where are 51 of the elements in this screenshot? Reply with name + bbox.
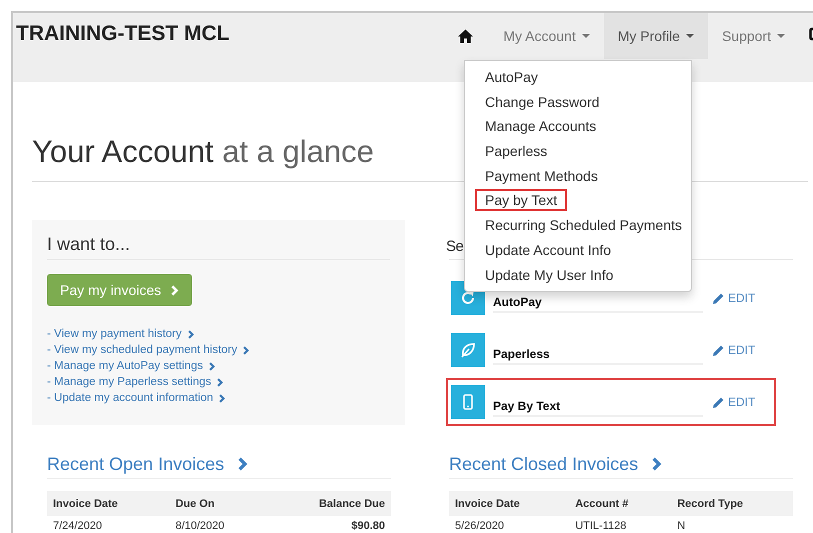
table-cell: 8/10/2020 [169,516,267,533]
action-link[interactable]: - View my scheduled payment history [47,342,390,358]
section-link[interactable]: Recent Closed Invoices [449,454,638,474]
chevron-right-icon [238,457,248,471]
home-icon [458,29,474,43]
column-header: Invoice Date [47,491,170,516]
table-cell: 5/26/2020 [449,516,570,533]
table-cell: 7/24/2020 [47,516,170,533]
chevron-right-icon [188,330,194,338]
table-cell: N [671,516,793,533]
setting-label: Paperless [493,335,703,365]
pencil-icon [713,396,724,408]
section-link[interactable]: Recent Open Invoices [47,454,224,474]
section-title: Se [446,238,464,257]
action-link[interactable]: - View my payment history [47,326,390,342]
column-header: Due On [169,491,267,516]
chevron-right-icon [171,284,179,296]
menu-item[interactable]: Change Password [465,90,691,114]
pencil-icon [713,344,724,356]
nav-menu[interactable]: My Profile [604,13,708,59]
action-link[interactable]: - Manage my Paperless settings [47,374,390,390]
menu-item[interactable]: Recurring Scheduled Payments [465,213,691,238]
edit-link[interactable]: EDIT [713,343,756,357]
pay-invoices-button[interactable]: Pay my invoices [47,274,192,306]
menu-item[interactable]: Update Account Info [465,238,691,262]
chevron-right-icon [652,457,662,471]
menu-item[interactable]: AutoPay [465,65,691,90]
chevron-right-icon [243,346,250,354]
column-header: Invoice Date [449,491,570,516]
nav-menu[interactable]: Support [708,13,799,59]
pencil-icon [713,292,724,304]
action-link[interactable]: - Manage my AutoPay settings [47,358,390,374]
column-header: Account # [569,491,672,516]
column-header: Balance Due [266,491,391,516]
edit-link[interactable]: EDIT [713,395,756,409]
table-cell: $90.80 [266,516,391,533]
site-title: TRAINING-TEST MCL [16,22,230,46]
menu-item[interactable]: Paperless [465,139,691,164]
leaf-icon [460,342,476,358]
menu-item[interactable]: Pay by Text [465,188,691,214]
phone-icon [463,394,473,410]
column-header: Record Type [671,491,793,516]
panel-title: I want to... [47,234,132,256]
page-heading: Your Account at a glance [32,133,374,171]
nav-menu[interactable]: My Account [489,13,604,59]
menu-item[interactable]: Manage Accounts [465,114,691,140]
action-link[interactable]: - Update my account information [47,390,390,406]
edit-link[interactable]: EDIT [713,291,756,305]
menu-item[interactable]: Payment Methods [465,164,691,188]
table-cell: UTIL-1128 [569,516,672,533]
setting-label: Pay By Text [493,387,703,417]
